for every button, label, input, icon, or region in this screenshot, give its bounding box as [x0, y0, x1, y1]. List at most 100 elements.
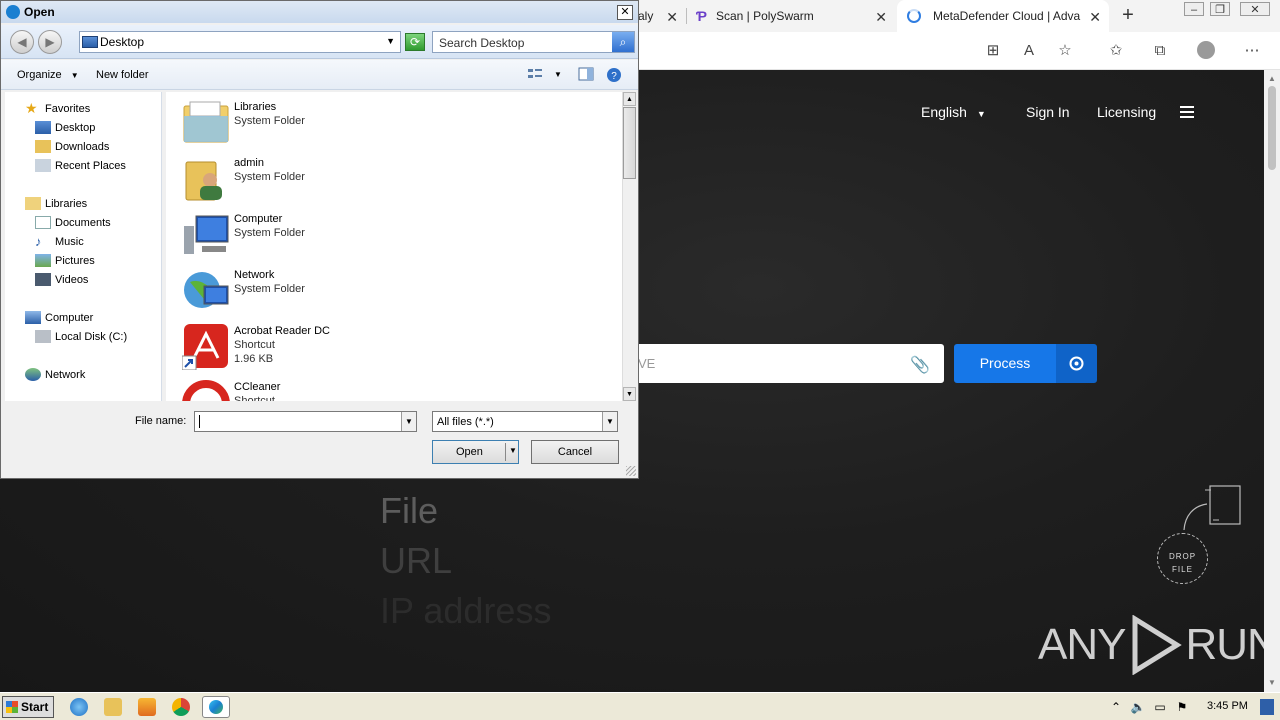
new-folder-button[interactable]: New folder [96, 69, 149, 81]
page-scrollbar[interactable]: ▲ ▼ [1264, 70, 1280, 692]
organize-menu[interactable]: Organize ▼ [17, 69, 79, 81]
chevron-down-icon[interactable]: ▼ [602, 412, 617, 431]
sign-in-link[interactable]: Sign In [1026, 104, 1070, 120]
drop-label: DROP [1168, 552, 1197, 561]
preview-pane-icon[interactable] [578, 67, 594, 81]
chevron-down-icon[interactable]: ▼ [386, 36, 395, 46]
network-icon [182, 268, 230, 314]
file-explorer-icon[interactable] [104, 698, 122, 716]
volume-icon[interactable]: 🔈 [1130, 699, 1146, 715]
search-desktop-input[interactable]: Search Desktop ⌕ [432, 31, 635, 53]
drop-file-zone[interactable]: DROP FILE [1157, 533, 1208, 584]
edge-taskbar-button[interactable] [202, 696, 230, 718]
file-item-computer[interactable]: Computer System Folder [182, 212, 305, 258]
anyrun-watermark: ANY RUN [1038, 615, 1279, 675]
close-tab-icon[interactable]: ✕ [875, 9, 887, 26]
apps-icon[interactable]: ⊞ [983, 41, 1003, 61]
drop-file-illustration [1183, 485, 1241, 531]
add-favorite-icon[interactable]: ☆ [1055, 41, 1075, 61]
nav-libraries[interactable]: Libraries [25, 197, 87, 210]
nav-local-disk[interactable]: Local Disk (C:) [35, 330, 127, 343]
file-item-acrobat[interactable]: Acrobat Reader DC Shortcut 1.96 KB [181, 324, 330, 371]
address-bar[interactable]: Desktop ▼ [79, 31, 401, 53]
nav-desktop[interactable]: Desktop [35, 121, 95, 134]
attach-file-icon[interactable]: 📎 [910, 355, 930, 375]
cancel-button[interactable]: Cancel [531, 440, 619, 464]
favorites-icon[interactable]: ✩ [1106, 41, 1126, 61]
back-button[interactable]: ◀ [10, 30, 34, 54]
chrome-icon[interactable] [172, 698, 190, 716]
hamburger-menu-icon[interactable] [1180, 106, 1194, 118]
file-item-network[interactable]: Network System Folder [182, 268, 305, 314]
file-item-admin[interactable]: admin System Folder [182, 156, 305, 202]
scroll-down-icon[interactable]: ▼ [623, 387, 636, 401]
chevron-down-icon[interactable]: ▼ [401, 412, 416, 431]
resize-grip-icon[interactable] [626, 466, 636, 476]
tab-title: Scan | PolySwarm [715, 9, 814, 23]
scroll-up-icon[interactable]: ▲ [1264, 72, 1280, 86]
help-icon[interactable]: ? [606, 67, 622, 82]
nav-documents[interactable]: Documents [35, 216, 111, 229]
view-options-icon[interactable] [527, 67, 543, 81]
nav-computer[interactable]: Computer [25, 311, 93, 324]
tab-metadefender[interactable]: MetaDefender Cloud | Adva ✕ [897, 0, 1109, 32]
clock[interactable]: 3:45 PM [1207, 700, 1248, 712]
internet-explorer-icon[interactable] [70, 698, 88, 716]
keyword-ip: IP address [380, 590, 552, 631]
search-icon[interactable]: ⌕ [612, 32, 634, 52]
file-item-libraries[interactable]: Libraries System Folder [182, 100, 305, 146]
network-tray-icon[interactable]: ▭ [1152, 699, 1168, 715]
nav-network[interactable]: Network [25, 368, 85, 381]
minimize-button[interactable]: – [1184, 2, 1204, 16]
dialog-close-button[interactable]: ✕ [617, 5, 633, 20]
new-tab-button[interactable]: + [1117, 4, 1139, 26]
search-placeholder: Search Desktop [439, 36, 525, 50]
read-aloud-icon[interactable]: A [1019, 41, 1039, 61]
hard-disk-icon [35, 330, 51, 343]
taskbar: Start ⌃ 🔈 ▭ ⚑ 3:45 PM [0, 692, 1280, 720]
desktop-icon [35, 121, 51, 134]
scroll-thumb[interactable] [623, 107, 636, 179]
scroll-up-icon[interactable]: ▲ [623, 92, 636, 106]
file-list-scrollbar[interactable]: ▲ ▼ [622, 92, 636, 401]
open-button[interactable]: Open ▼ [432, 440, 519, 464]
close-window-button[interactable]: ✕ [1240, 2, 1270, 16]
licensing-link[interactable]: Licensing [1097, 104, 1156, 120]
show-hidden-icons-icon[interactable]: ⌃ [1108, 699, 1124, 715]
nav-recent-places[interactable]: Recent Places [35, 159, 126, 172]
more-menu-icon[interactable]: ⋯ [1242, 41, 1262, 61]
chevron-down-icon: ▼ [70, 71, 79, 80]
file-name: Acrobat Reader DC [234, 325, 330, 337]
chevron-down-icon[interactable]: ▼ [554, 70, 562, 79]
file-name-input[interactable]: ▼ [194, 411, 417, 432]
nav-label: Libraries [45, 197, 88, 210]
scroll-down-icon[interactable]: ▼ [1264, 676, 1280, 690]
nav-pictures[interactable]: Pictures [35, 254, 95, 267]
show-desktop-button[interactable] [1260, 699, 1274, 715]
settings-button[interactable] [1056, 344, 1097, 383]
scroll-thumb[interactable] [1268, 86, 1276, 170]
profile-avatar[interactable] [1196, 41, 1216, 61]
downloads-icon [35, 140, 51, 153]
restore-button[interactable]: ❐ [1210, 2, 1230, 16]
file-type-filter[interactable]: All files (*.*) ▼ [432, 411, 618, 432]
close-tab-icon[interactable]: ✕ [666, 9, 678, 26]
media-player-icon[interactable] [138, 698, 156, 716]
forward-button[interactable]: ▶ [38, 30, 62, 54]
file-item-ccleaner[interactable]: CCleaner Shortcut [182, 380, 280, 401]
start-button[interactable]: Start [2, 696, 54, 718]
tab-1[interactable]: aly ✕ [636, 0, 686, 32]
nav-music[interactable]: ♪ Music [35, 235, 84, 248]
collections-icon[interactable]: ⧉ [1150, 41, 1170, 61]
nav-downloads[interactable]: Downloads [35, 140, 109, 153]
tab-polyswarm[interactable]: Ƥ Scan | PolySwarm ✕ [688, 0, 895, 32]
scan-search-input[interactable]: VE [600, 344, 944, 383]
process-button[interactable]: Process [954, 344, 1056, 383]
chevron-down-icon[interactable]: ▼ [509, 446, 517, 455]
nav-videos[interactable]: Videos [35, 273, 88, 286]
close-tab-icon[interactable]: ✕ [1089, 9, 1101, 26]
nav-favorites[interactable]: ★ Favorites [25, 101, 90, 115]
action-center-flag-icon[interactable]: ⚑ [1174, 699, 1190, 715]
language-selector[interactable]: English ▼ [921, 104, 986, 120]
refresh-button[interactable]: ⟳ [405, 33, 425, 51]
